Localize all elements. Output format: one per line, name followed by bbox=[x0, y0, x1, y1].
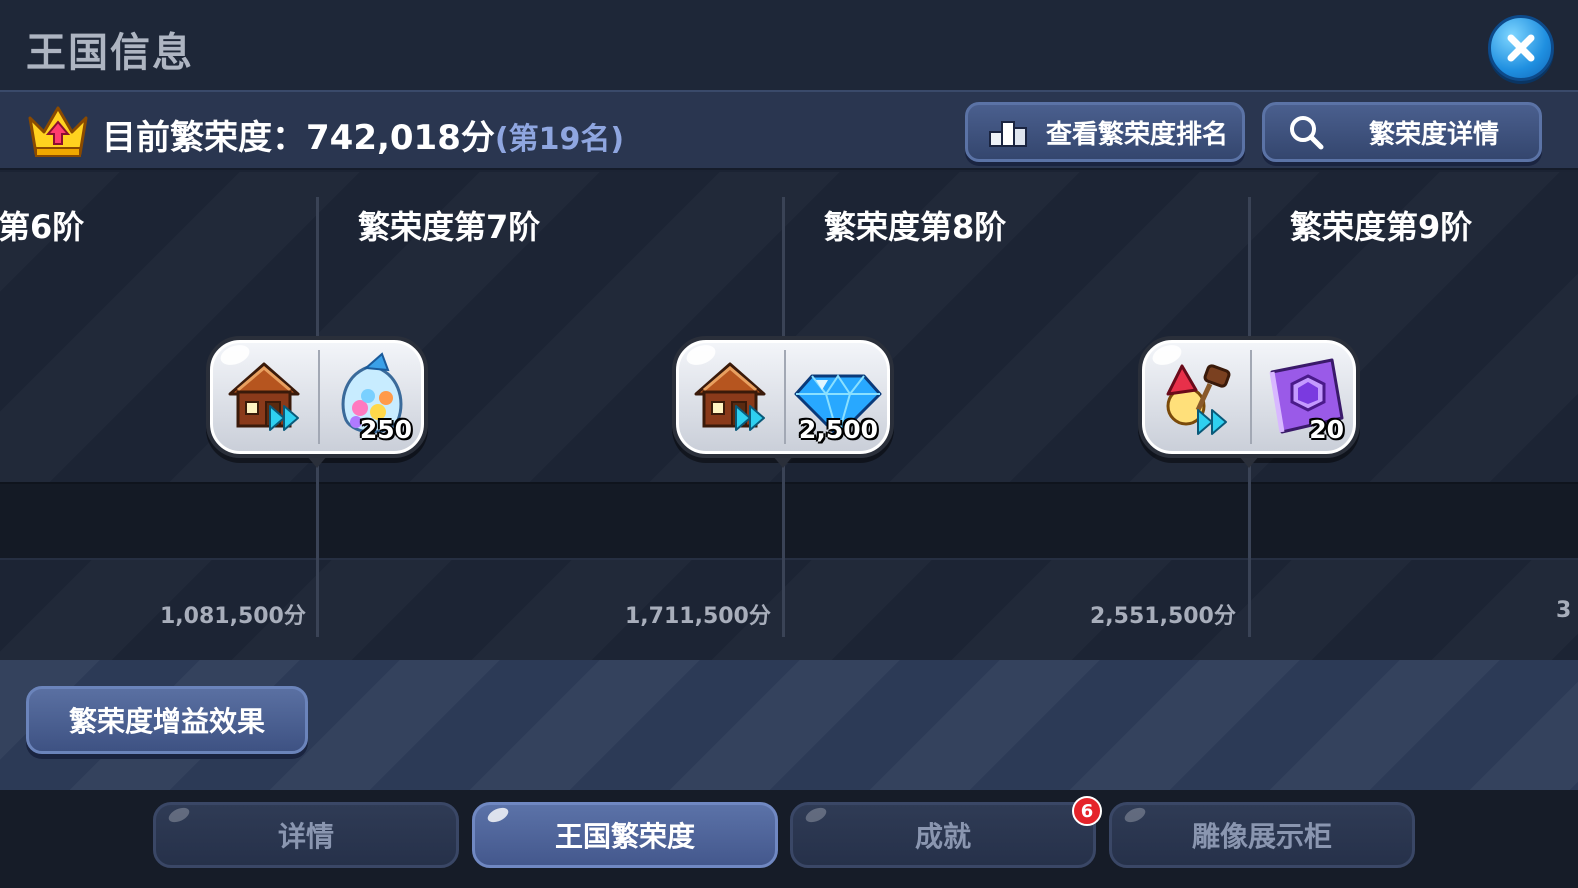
podium-icon bbox=[989, 121, 1027, 147]
crown-icon bbox=[28, 106, 88, 157]
bottom-tab-bar: 详情 王国繁荣度 成就 雕像展示柜 bbox=[0, 790, 1578, 888]
prosperity-value: 742,018分 bbox=[306, 118, 495, 158]
tier-label-7: 繁荣度第7阶 bbox=[358, 208, 541, 246]
view-ranking-label: 查看繁荣度排名 bbox=[1046, 119, 1229, 150]
reward-slot bbox=[220, 350, 312, 444]
tier-score-6: 1,081,500分 bbox=[160, 604, 306, 629]
tier-label-8: 繁荣度第8阶 bbox=[824, 208, 1007, 246]
prosperity-details-label: 繁荣度详情 bbox=[1369, 119, 1500, 150]
tab-shine bbox=[803, 804, 829, 826]
reward-slot bbox=[1152, 350, 1244, 444]
cookie-hammer-upgrade-icon bbox=[1166, 364, 1231, 435]
house-upgrade-icon bbox=[228, 362, 300, 431]
progress-track bbox=[0, 482, 1578, 560]
view-ranking-button[interactable]: 查看繁荣度排名 bbox=[965, 102, 1245, 162]
tab-label: 详情 bbox=[277, 820, 334, 853]
close-icon bbox=[1507, 34, 1535, 62]
tier-8-reward[interactable]: 2,500 bbox=[672, 336, 894, 468]
prosperity-score: 目前繁荣度：742,018分(第19名) bbox=[102, 110, 624, 159]
tab-shine bbox=[166, 804, 192, 826]
tab-statue-showcase[interactable]: 雕像展示柜 bbox=[1109, 802, 1415, 868]
reward-slot: 2,500 bbox=[792, 350, 884, 444]
title-bar: 王国信息 bbox=[0, 0, 1578, 90]
tab-shine bbox=[485, 804, 511, 826]
tier-label-9: 繁荣度第9阶 bbox=[1290, 208, 1473, 246]
reward-separator bbox=[318, 350, 320, 444]
notification-badge: 6 bbox=[1072, 796, 1102, 826]
tab-details[interactable]: 详情 bbox=[153, 802, 459, 868]
prosperity-buff-button[interactable]: 繁荣度增益效果 bbox=[26, 686, 308, 754]
tab-label: 成就 bbox=[914, 820, 971, 853]
reward-count: 250 bbox=[359, 415, 412, 444]
tab-shine bbox=[1122, 804, 1148, 826]
tier-score-8: 2,551,500分 bbox=[1090, 604, 1236, 629]
reward-separator bbox=[784, 350, 786, 444]
tier-9-reward[interactable]: 20 bbox=[1138, 336, 1360, 468]
tab-label: 王国繁荣度 bbox=[554, 820, 695, 853]
house-upgrade-icon bbox=[694, 362, 766, 431]
tier-7-reward[interactable]: 250 bbox=[206, 336, 428, 468]
prosperity-label: 目前繁荣度： bbox=[102, 118, 306, 158]
prosperity-bar: 目前繁荣度：742,018分(第19名) 查看繁荣度排名 繁荣度详情 bbox=[0, 90, 1578, 170]
tier-score-7: 1,711,500分 bbox=[625, 604, 771, 629]
window-title: 王国信息 bbox=[26, 30, 194, 76]
buff-section: 繁荣度增益效果 bbox=[0, 660, 1578, 790]
reward-count: 20 bbox=[1309, 415, 1344, 444]
reward-separator bbox=[1250, 350, 1252, 444]
search-icon bbox=[1290, 116, 1324, 150]
reward-slot: 250 bbox=[326, 350, 418, 444]
prosperity-rank: (第19名) bbox=[494, 122, 625, 157]
tier-label-6: 第6阶 bbox=[0, 208, 85, 246]
tier-score-9: 3 bbox=[1556, 598, 1572, 623]
close-button[interactable] bbox=[1488, 15, 1554, 81]
reward-slot bbox=[686, 350, 778, 444]
tab-kingdom-prosperity[interactable]: 王国繁荣度 bbox=[472, 802, 778, 868]
reward-slot: 20 bbox=[1258, 350, 1350, 444]
tab-achievements[interactable]: 成就 bbox=[790, 802, 1096, 868]
prosperity-details-button[interactable]: 繁荣度详情 bbox=[1262, 102, 1542, 162]
reward-count: 2,500 bbox=[798, 415, 878, 444]
tab-label: 雕像展示柜 bbox=[1191, 820, 1332, 853]
tier-timeline[interactable]: 第6阶 繁荣度第7阶 繁荣度第8阶 繁荣度第9阶 1,081,500分 1,71… bbox=[0, 172, 1578, 660]
